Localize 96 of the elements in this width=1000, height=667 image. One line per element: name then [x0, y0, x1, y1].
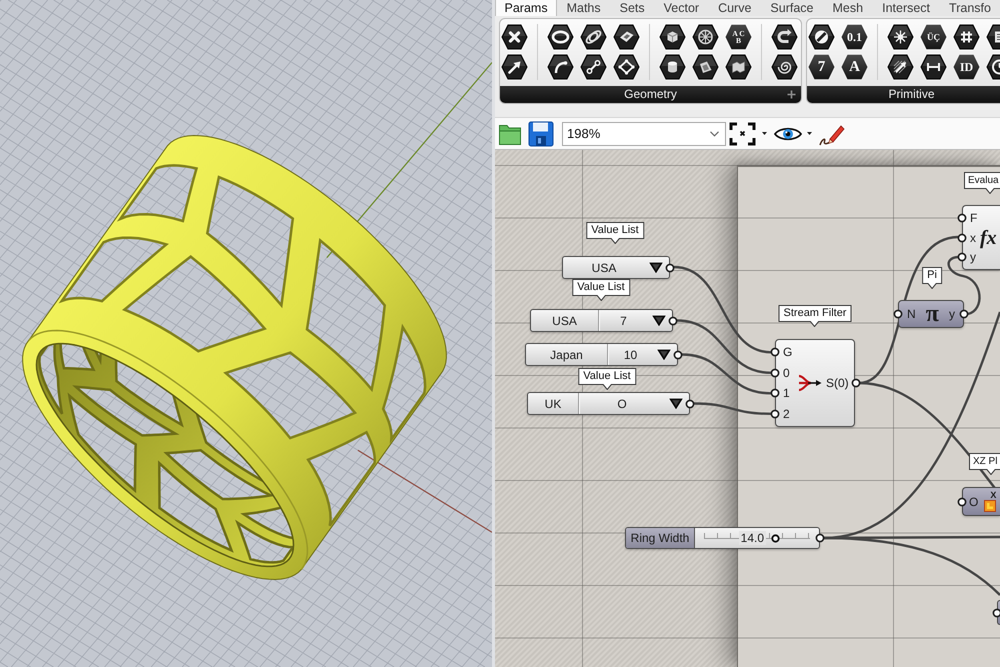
component-symbol: π: [926, 302, 939, 326]
line-segment-icon[interactable]: [580, 54, 607, 80]
chevron-icon: [710, 130, 719, 136]
arrow-icon[interactable]: [501, 54, 528, 80]
port-icon[interactable]: [770, 388, 780, 398]
integer-button[interactable]: 7: [808, 54, 835, 80]
callout-pointer-icon: [596, 295, 606, 301]
callout-pointer-icon: [927, 283, 937, 289]
curved-surface-icon[interactable]: [692, 54, 719, 80]
port-icon[interactable]: [957, 212, 967, 223]
port-icon[interactable]: [673, 350, 683, 360]
port-icon[interactable]: [992, 608, 1000, 618]
input-label: 0: [783, 366, 790, 380]
text-button[interactable]: A: [841, 54, 868, 80]
output-label: y: [948, 307, 955, 321]
square-corner-icon: [984, 500, 996, 512]
panel-title: Geometry: [624, 86, 677, 103]
port-icon[interactable]: [893, 309, 903, 319]
caret-icon[interactable]: [807, 132, 812, 135]
tab[interactable]: Vector: [654, 0, 709, 16]
item-name: UK: [528, 393, 579, 414]
port-icon[interactable]: [665, 262, 675, 272]
id-button[interactable]: ID: [953, 54, 980, 80]
port-icon[interactable]: [957, 232, 967, 242]
tab[interactable]: Mesh: [823, 0, 873, 16]
item-name: USA: [590, 260, 618, 276]
input-label: 2: [783, 406, 790, 421]
port-icon[interactable]: [850, 378, 861, 388]
tab[interactable]: Surface: [760, 0, 824, 16]
input-label: y: [970, 250, 976, 264]
number-button[interactable]: 0.1: [841, 24, 868, 50]
input-label: 1: [783, 386, 790, 400]
wheel-icon[interactable]: [692, 24, 719, 50]
loops-icon[interactable]: [580, 24, 607, 50]
tab[interactable]: Intersect: [872, 0, 940, 16]
port-icon[interactable]: [959, 309, 969, 319]
tab[interactable]: Curve: [708, 0, 761, 16]
callout-pointer-icon: [985, 188, 995, 194]
item-value: 10: [622, 346, 638, 364]
port-icon[interactable]: [770, 408, 780, 419]
letters-button[interactable]: ÜÇ: [920, 24, 947, 50]
eye-icon[interactable]: [774, 126, 802, 142]
tab[interactable]: Maths: [557, 0, 610, 16]
branch-arrows-icon: [798, 373, 822, 393]
zoom-extents-icon[interactable]: [729, 122, 756, 146]
callout-pointer-icon: [602, 384, 612, 390]
output-label: S(0): [826, 376, 849, 390]
dropdown-triangle-icon[interactable]: [652, 315, 666, 326]
input-label: N: [907, 307, 916, 321]
input-label: O: [969, 494, 978, 508]
callout-pointer-icon: [986, 469, 996, 475]
port-icon[interactable]: [668, 316, 678, 326]
port-icon[interactable]: [957, 496, 967, 506]
surface-icon[interactable]: [613, 24, 640, 50]
diamond-icon[interactable]: [613, 54, 640, 80]
arc-icon[interactable]: [547, 54, 574, 80]
input-label: G: [783, 345, 792, 360]
port-icon[interactable]: [685, 398, 695, 408]
dropdown-triangle-icon[interactable]: [657, 349, 671, 360]
dropdown-triangle-icon[interactable]: [649, 262, 663, 273]
port-icon[interactable]: [957, 252, 967, 262]
save-icon[interactable]: [528, 120, 554, 146]
plus-icon[interactable]: [787, 90, 796, 99]
slider-value: 14.0: [738, 531, 766, 545]
slider-label: Ring Width: [626, 528, 695, 548]
slider-knob[interactable]: [770, 534, 780, 543]
tab[interactable]: Params: [495, 0, 558, 16]
spiral-icon[interactable]: [771, 54, 798, 80]
callout-pointer-icon: [810, 321, 820, 327]
item-value: 7: [619, 312, 628, 330]
gradient-arrow-icon[interactable]: [887, 54, 914, 80]
dropdown-triangle-icon[interactable]: [669, 398, 683, 409]
item-name: Japan: [526, 344, 608, 365]
item-name: USA: [531, 310, 599, 331]
cylinder-icon[interactable]: [659, 54, 686, 80]
item-value: O: [616, 396, 628, 412]
double-bar-icon[interactable]: [920, 54, 947, 80]
input-label: x: [970, 230, 976, 244]
port-icon[interactable]: [770, 347, 780, 358]
component-symbol: fx: [980, 228, 997, 248]
caret-icon[interactable]: [762, 132, 767, 135]
callout-pointer-icon: [610, 238, 620, 244]
component-title: X: [990, 491, 996, 500]
input-label: F: [970, 210, 978, 225]
cube-icon[interactable]: [659, 24, 686, 50]
tab[interactable]: Sets: [610, 0, 654, 16]
hash-icon[interactable]: [953, 24, 980, 50]
panel-title: Primitive: [888, 86, 934, 103]
port-icon[interactable]: [815, 533, 825, 543]
zoom-combobox[interactable]: 198%: [562, 122, 726, 146]
folded-surface-icon[interactable]: [725, 54, 752, 80]
burst-icon[interactable]: [887, 24, 914, 50]
x-mark-icon[interactable]: [501, 24, 528, 50]
curved-arrow-icon[interactable]: [771, 24, 798, 50]
port-icon[interactable]: [770, 368, 780, 378]
tab[interactable]: Transfo: [940, 0, 1000, 16]
